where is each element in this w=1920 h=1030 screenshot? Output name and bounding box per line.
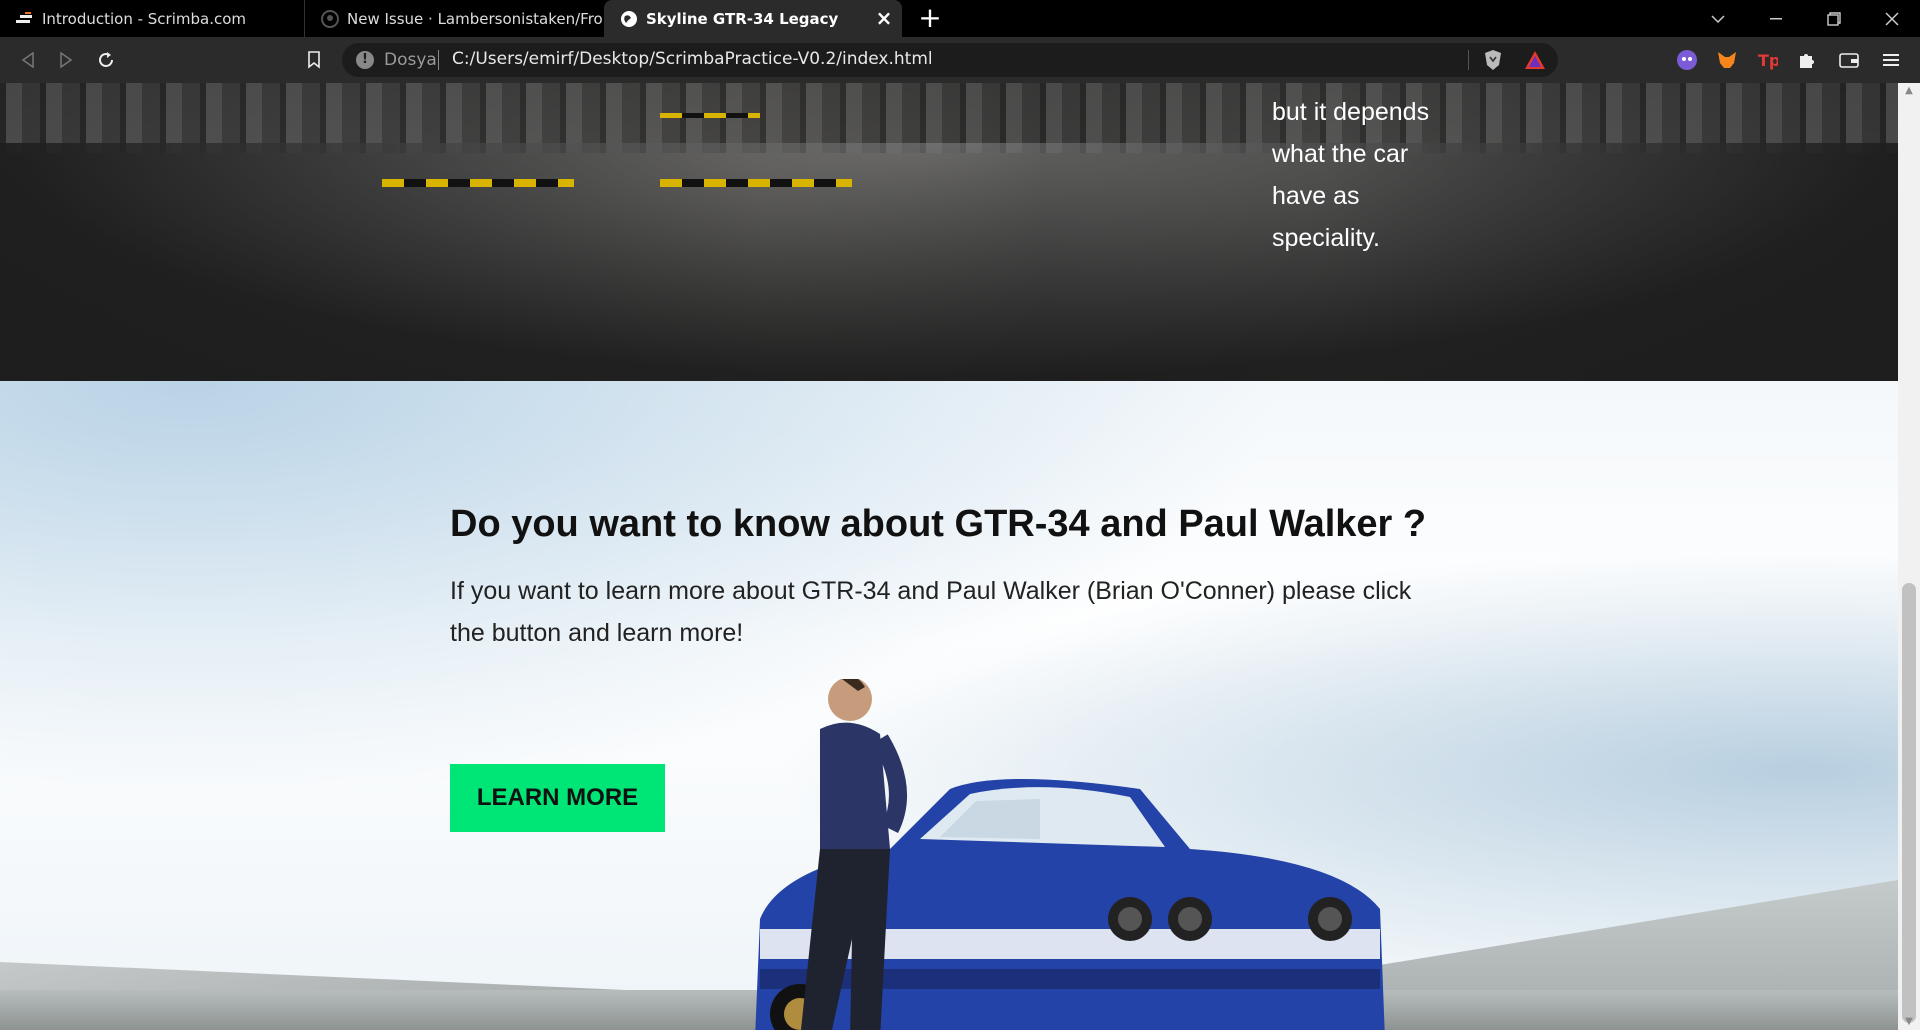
hero-description-line: If you want to learn more about GTR-34 a…	[450, 577, 1412, 605]
garage-text-line: speciality.	[1272, 224, 1380, 252]
tab-introduction[interactable]: Introduction - Scrimba.com	[0, 0, 304, 37]
forward-button[interactable]	[52, 46, 80, 74]
hero-description: If you want to learn more about GTR-34 a…	[450, 570, 1430, 654]
globe-icon	[620, 10, 638, 28]
garage-background-image: but it depends what the car have as spec…	[0, 83, 1898, 381]
github-icon	[321, 9, 339, 28]
sky-background-image: Do you want to know about GTR-34 and Pau…	[0, 381, 1898, 1030]
minimize-icon	[1770, 17, 1782, 19]
close-tab-icon[interactable]: ×	[874, 8, 894, 28]
extension-tp-icon[interactable]: Tp	[1756, 49, 1778, 71]
back-icon	[21, 52, 34, 68]
hero-section: Do you want to know about GTR-34 and Pau…	[450, 503, 1430, 654]
menu-icon[interactable]	[1880, 49, 1902, 71]
hero-description-line: the button and learn more!	[450, 619, 744, 647]
address-bar[interactable]: ! Dosya C:/Users/emirf/Desktop/ScrimbaPr…	[342, 43, 1558, 77]
back-button[interactable]	[14, 46, 42, 74]
scroll-down-icon[interactable]: ▼	[1903, 1016, 1915, 1028]
tab-skyline[interactable]: Skyline GTR-34 Legacy ×	[604, 0, 902, 37]
scrollbar-thumb[interactable]	[1902, 583, 1916, 1023]
title-bar: Introduction - Scrimba.com New Issue · L…	[0, 0, 1920, 37]
reload-icon	[99, 52, 113, 67]
reload-button[interactable]	[92, 46, 120, 74]
learn-more-button[interactable]: LEARN MORE	[450, 764, 665, 832]
garage-text: but it depends what the car have as spec…	[1272, 91, 1472, 259]
info-icon[interactable]: !	[356, 51, 374, 69]
url-text[interactable]: C:/Users/emirf/Desktop/ScrimbaPractice-V…	[452, 49, 933, 69]
divider	[1468, 50, 1469, 70]
tab-title: New Issue · Lambersonistaken/Fronten	[347, 9, 602, 28]
tab-search-button[interactable]	[1690, 0, 1746, 37]
hero-heading: Do you want to know about GTR-34 and Pau…	[450, 503, 1427, 545]
minimize-button[interactable]	[1748, 0, 1804, 37]
bookmark-button[interactable]	[300, 46, 328, 74]
tab-title: Skyline GTR-34 Legacy	[646, 9, 839, 28]
metamask-icon[interactable]	[1716, 49, 1738, 71]
svg-text:Tp: Tp	[1758, 51, 1778, 70]
close-window-button[interactable]	[1864, 0, 1920, 37]
close-icon	[1885, 11, 1899, 26]
brave-rewards-icon[interactable]	[1524, 49, 1546, 71]
new-tab-button[interactable]: +	[916, 4, 944, 32]
restore-button[interactable]	[1806, 0, 1862, 37]
page-scrollbar[interactable]: ▲ ▼	[1898, 83, 1920, 1030]
scrimba-icon	[16, 10, 34, 28]
restore-icon	[1827, 11, 1841, 26]
site-label: Dosya	[384, 50, 437, 70]
divider	[438, 50, 439, 70]
chevron-down-icon	[1711, 14, 1725, 23]
scroll-up-icon[interactable]: ▲	[1903, 85, 1915, 97]
garage-text-line: have as	[1272, 182, 1360, 210]
brave-shields-icon[interactable]	[1482, 49, 1504, 71]
wallet-icon[interactable]	[1838, 49, 1860, 71]
page-viewport: but it depends what the car have as spec…	[0, 83, 1898, 1030]
garage-text-line: but it depends	[1272, 98, 1430, 126]
garage-text-line: what the car	[1272, 140, 1409, 168]
browser-toolbar: ! Dosya C:/Users/emirf/Desktop/ScrimbaPr…	[0, 37, 1920, 83]
bookmark-icon	[308, 51, 320, 69]
forward-icon	[60, 52, 73, 68]
tab-title: Introduction - Scrimba.com	[42, 9, 247, 28]
extension-face-icon[interactable]	[1676, 49, 1698, 71]
tab-new-issue[interactable]: New Issue · Lambersonistaken/Fronten	[304, 0, 605, 37]
extensions-puzzle-icon[interactable]	[1796, 49, 1818, 71]
car-and-man-image	[755, 679, 1385, 1030]
